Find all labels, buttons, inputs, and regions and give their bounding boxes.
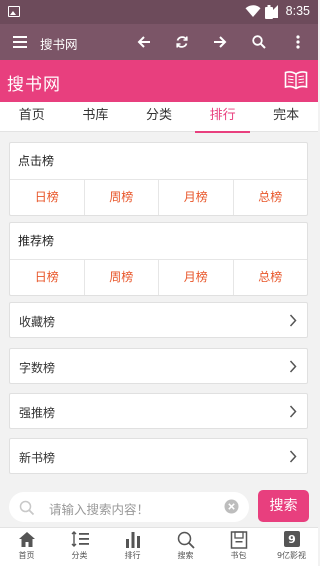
bottom-nav-ranking[interactable]: 排行 <box>106 528 159 566</box>
list-item-label: 新书榜 <box>19 451 56 465</box>
bottom-nav-home[interactable]: 首页 <box>0 528 53 566</box>
rank-period-row: 日榜 周榜 月榜 总榜 <box>10 179 307 215</box>
list-item-wordcount[interactable]: 字数榜 <box>9 348 308 384</box>
list-item-favorites[interactable]: 收藏榜 <box>9 302 308 338</box>
chevron-right-icon <box>289 405 297 418</box>
rank-card-clicks: 点击榜 日榜 周榜 月榜 总榜 <box>9 142 308 216</box>
list-item-label: 字数榜 <box>19 361 56 375</box>
site-title: 搜书网 <box>7 75 61 95</box>
hamburger-menu-icon <box>13 36 27 48</box>
app-header: 搜书网 <box>0 60 318 102</box>
tab-completed[interactable]: 完本 <box>254 102 318 131</box>
arrow-left-icon <box>137 36 150 48</box>
bottom-nav-label: 9亿影视 <box>276 551 307 560</box>
chevron-right-icon <box>289 314 297 327</box>
search-bar: 请输入搜索内容！ 搜索 <box>0 487 318 527</box>
open-book-icon <box>284 71 308 90</box>
toolbar-title: 搜书网 <box>40 37 78 52</box>
rank-period-monthly[interactable]: 月榜 <box>158 180 233 215</box>
rank-period-weekly[interactable]: 周榜 <box>83 260 159 295</box>
rank-card-recommend: 推荐榜 日榜 周榜 月榜 总榜 <box>9 222 308 296</box>
video-app-badge: 9 <box>288 533 296 546</box>
search-placeholder: 请输入搜索内容！ <box>49 502 150 517</box>
rank-period-monthly[interactable]: 月榜 <box>158 260 233 295</box>
list-icon <box>71 531 89 547</box>
list-item-label: 强推榜 <box>19 406 56 420</box>
status-bar: 8:35 <box>0 0 318 24</box>
more-vertical-icon <box>296 35 300 49</box>
search-button[interactable]: 搜索 <box>258 490 309 522</box>
chevron-right-icon <box>289 360 297 373</box>
bottom-nav: 首页 分类 排行 搜索 书包 9 9亿影视 <box>0 527 318 566</box>
refresh-icon <box>176 36 188 48</box>
search-icon <box>177 531 195 549</box>
arrow-right-icon <box>214 36 227 48</box>
rank-period-total[interactable]: 总榜 <box>232 180 308 215</box>
bottom-nav-label: 搜索 <box>177 551 194 560</box>
rank-period-daily[interactable]: 日榜 <box>10 180 84 215</box>
search-icon <box>19 500 35 516</box>
tab-library[interactable]: 书库 <box>64 102 128 131</box>
battery-icon <box>265 5 273 19</box>
bookbag-icon <box>230 531 247 549</box>
bottom-nav-label: 排行 <box>124 551 141 560</box>
bottom-nav-category[interactable]: 分类 <box>53 528 106 566</box>
status-time: 8:35 <box>285 4 310 18</box>
bottom-nav-label: 分类 <box>71 551 88 560</box>
tab-ranking[interactable]: 排行 <box>191 102 255 133</box>
video-app-icon: 9 <box>283 531 300 547</box>
bottom-nav-video[interactable]: 9 9亿影视 <box>265 528 318 566</box>
bottom-nav-bookbag[interactable]: 书包 <box>212 528 265 566</box>
bottom-nav-search[interactable]: 搜索 <box>159 528 212 566</box>
menu-button[interactable] <box>6 24 34 60</box>
rank-period-total[interactable]: 总榜 <box>232 260 308 295</box>
tab-home[interactable]: 首页 <box>0 102 64 131</box>
rank-period-weekly[interactable]: 周榜 <box>83 180 159 215</box>
bottom-nav-label: 书包 <box>230 551 247 560</box>
search-icon <box>252 35 266 49</box>
bar-chart-icon <box>125 532 140 548</box>
wifi-icon <box>245 5 261 17</box>
rank-card-title: 点击榜 <box>18 154 55 168</box>
nav-tabs: 首页 书库 分类 排行 完本 <box>0 102 318 133</box>
search-input[interactable]: 请输入搜索内容！ <box>9 492 249 522</box>
list-item-new-books[interactable]: 新书榜 <box>9 438 308 474</box>
back-button[interactable] <box>130 24 158 60</box>
clear-icon[interactable] <box>224 499 239 514</box>
bottom-nav-label: 首页 <box>18 551 35 560</box>
bookshelf-button[interactable] <box>284 69 308 95</box>
chevron-right-icon <box>289 450 297 463</box>
home-icon <box>18 532 35 547</box>
tab-category[interactable]: 分类 <box>127 102 191 131</box>
refresh-button[interactable] <box>168 24 196 60</box>
list-item-label: 收藏榜 <box>19 315 56 329</box>
gallery-notification-icon <box>8 6 20 17</box>
rank-period-daily[interactable]: 日榜 <box>10 260 84 295</box>
forward-button[interactable] <box>206 24 234 60</box>
toolbar-search-button[interactable] <box>245 24 273 60</box>
rank-card-title: 推荐榜 <box>18 234 55 248</box>
list-item-strong-push[interactable]: 强推榜 <box>9 393 308 429</box>
browser-toolbar: 搜书网 <box>0 24 318 60</box>
more-options-button[interactable] <box>284 24 312 60</box>
rank-period-row: 日榜 周榜 月榜 总榜 <box>10 259 307 295</box>
